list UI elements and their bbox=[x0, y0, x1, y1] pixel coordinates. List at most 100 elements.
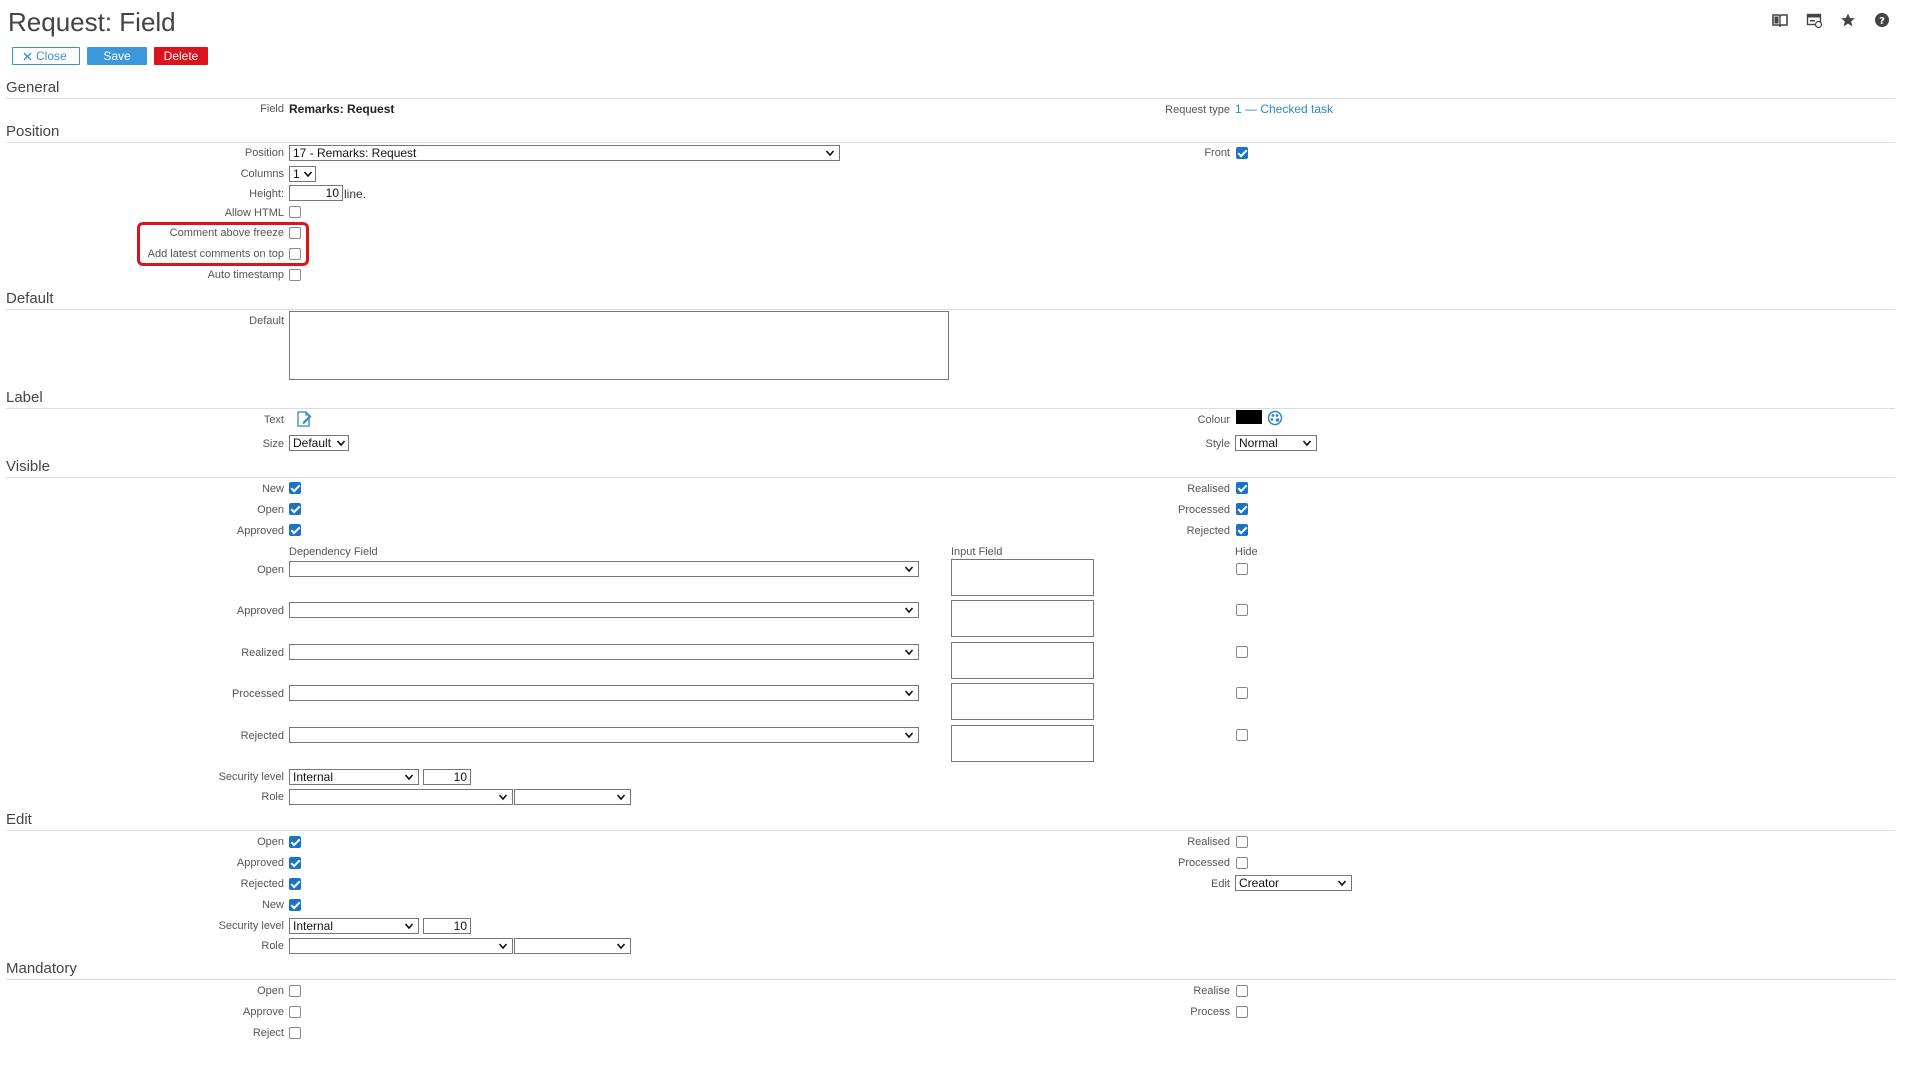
input-field-textarea[interactable] bbox=[951, 642, 1094, 679]
section-divider bbox=[6, 477, 1895, 478]
edit-mode-select[interactable]: Creator bbox=[1235, 875, 1352, 891]
input-field-textarea[interactable] bbox=[951, 600, 1094, 637]
highlight-box bbox=[137, 222, 309, 266]
default-textarea[interactable] bbox=[289, 311, 949, 380]
mandatory-reject-checkbox[interactable] bbox=[289, 1027, 301, 1039]
edit-new-label: New bbox=[261, 899, 284, 911]
dependency-field-select[interactable] bbox=[289, 602, 919, 618]
position-select[interactable]: 17 - Remarks: Request bbox=[289, 145, 840, 161]
allow-html-checkbox[interactable] bbox=[289, 206, 301, 218]
hide-checkbox[interactable] bbox=[1236, 729, 1248, 741]
allow-html-label: Allow HTML bbox=[224, 207, 284, 219]
page-title: Request: Field bbox=[8, 7, 176, 37]
visible-realised-checkbox[interactable] bbox=[1236, 482, 1248, 494]
star-icon[interactable] bbox=[1838, 10, 1858, 30]
field-label: Field bbox=[260, 103, 284, 115]
hide-header: Hide bbox=[1235, 546, 1258, 558]
height-label: Height: bbox=[249, 188, 284, 200]
front-checkbox[interactable] bbox=[1236, 147, 1248, 159]
height-unit: line. bbox=[344, 187, 367, 201]
section-label-title: Label bbox=[6, 389, 43, 406]
mandatory-approve-label: Approve bbox=[243, 1006, 284, 1018]
edit-mode-label: Edit bbox=[1211, 878, 1230, 890]
style-select[interactable]: Normal bbox=[1235, 435, 1317, 451]
text-label: Text bbox=[263, 414, 284, 426]
close-button[interactable]: Close bbox=[12, 47, 80, 65]
chevron-down-icon bbox=[904, 732, 914, 739]
palette-icon[interactable] bbox=[1267, 410, 1283, 426]
section-divider bbox=[6, 98, 1895, 99]
top-toolbar-icons: ? bbox=[1770, 10, 1892, 30]
mandatory-open-checkbox[interactable] bbox=[289, 985, 301, 997]
visible-new-checkbox[interactable] bbox=[289, 482, 301, 494]
edit-rejected-checkbox[interactable] bbox=[289, 878, 301, 890]
save-button[interactable]: Save bbox=[87, 47, 147, 65]
size-select[interactable]: Default bbox=[289, 435, 349, 451]
edit-processed-checkbox[interactable] bbox=[1236, 857, 1248, 869]
delete-button[interactable]: Delete bbox=[154, 47, 208, 65]
auto-timestamp-checkbox[interactable] bbox=[289, 269, 301, 281]
height-input[interactable]: 10 bbox=[289, 185, 343, 201]
edit-security-level-input[interactable]: 10 bbox=[423, 918, 471, 934]
chevron-down-icon bbox=[616, 794, 626, 801]
request-type-label: Request type bbox=[1165, 104, 1230, 116]
hide-checkbox[interactable] bbox=[1236, 687, 1248, 699]
form-window-icon[interactable] bbox=[1804, 10, 1824, 30]
edit-role-secondary-select[interactable] bbox=[514, 938, 631, 954]
edit-processed-label: Processed bbox=[1178, 857, 1230, 869]
visible-open-checkbox[interactable] bbox=[289, 503, 301, 515]
section-mandatory-title: Mandatory bbox=[6, 960, 77, 977]
mandatory-process-label: Process bbox=[1190, 1006, 1230, 1018]
edit-role-select[interactable] bbox=[289, 938, 513, 954]
colour-swatch[interactable] bbox=[1236, 410, 1262, 424]
dependency-field-select[interactable] bbox=[289, 644, 919, 660]
visible-role-select[interactable] bbox=[289, 789, 513, 805]
input-field-textarea[interactable] bbox=[951, 683, 1094, 720]
visible-approved-checkbox[interactable] bbox=[289, 524, 301, 536]
chevron-down-icon bbox=[1302, 440, 1312, 447]
edit-role-label: Role bbox=[261, 940, 284, 952]
edit-new-checkbox[interactable] bbox=[289, 899, 301, 911]
mandatory-realise-checkbox[interactable] bbox=[1236, 985, 1248, 997]
request-type-link[interactable]: 1 — Checked task bbox=[1235, 102, 1333, 116]
edit-open-checkbox[interactable] bbox=[289, 836, 301, 848]
edit-realised-checkbox[interactable] bbox=[1236, 836, 1248, 848]
hide-checkbox[interactable] bbox=[1236, 563, 1248, 575]
chevron-down-icon bbox=[404, 923, 414, 930]
chevron-down-icon bbox=[904, 649, 914, 656]
edit-approved-checkbox[interactable] bbox=[289, 857, 301, 869]
section-edit-title: Edit bbox=[6, 811, 32, 828]
size-label: Size bbox=[262, 438, 284, 450]
input-field-textarea[interactable] bbox=[951, 725, 1094, 762]
visible-open-label: Open bbox=[257, 504, 284, 516]
visible-rejected-checkbox[interactable] bbox=[1236, 524, 1248, 536]
position-label: Position bbox=[244, 147, 284, 159]
edit-realised-label: Realised bbox=[1187, 836, 1230, 848]
mandatory-approve-checkbox[interactable] bbox=[289, 1006, 301, 1018]
hide-checkbox[interactable] bbox=[1236, 646, 1248, 658]
columns-label: Columns bbox=[240, 168, 284, 180]
chevron-down-icon bbox=[303, 171, 313, 178]
dependency-field-select[interactable] bbox=[289, 685, 919, 701]
visible-new-label: New bbox=[261, 483, 284, 495]
section-default-title: Default bbox=[6, 290, 54, 307]
edit-security-level-label: Security level bbox=[218, 920, 284, 932]
edit-document-icon[interactable] bbox=[295, 410, 313, 428]
visible-role-secondary-select[interactable] bbox=[514, 789, 631, 805]
book-icon[interactable] bbox=[1770, 10, 1790, 30]
visible-security-level-input[interactable]: 10 bbox=[423, 769, 471, 785]
visible-security-level-select[interactable]: Internal bbox=[289, 769, 419, 785]
colour-label: Colour bbox=[1197, 414, 1230, 426]
hide-checkbox[interactable] bbox=[1236, 604, 1248, 616]
visible-processed-checkbox[interactable] bbox=[1236, 503, 1248, 515]
input-field-textarea[interactable] bbox=[951, 559, 1094, 596]
help-icon[interactable]: ? bbox=[1872, 10, 1892, 30]
edit-approved-label: Approved bbox=[236, 857, 284, 869]
edit-security-level-select[interactable]: Internal bbox=[289, 918, 419, 934]
visible-approved-label: Approved bbox=[236, 525, 284, 537]
dependency-field-select[interactable] bbox=[289, 561, 919, 577]
columns-select[interactable]: 1 bbox=[289, 166, 316, 182]
dependency-field-select[interactable] bbox=[289, 727, 919, 743]
mandatory-process-checkbox[interactable] bbox=[1236, 1006, 1248, 1018]
chevron-down-icon bbox=[825, 150, 835, 157]
